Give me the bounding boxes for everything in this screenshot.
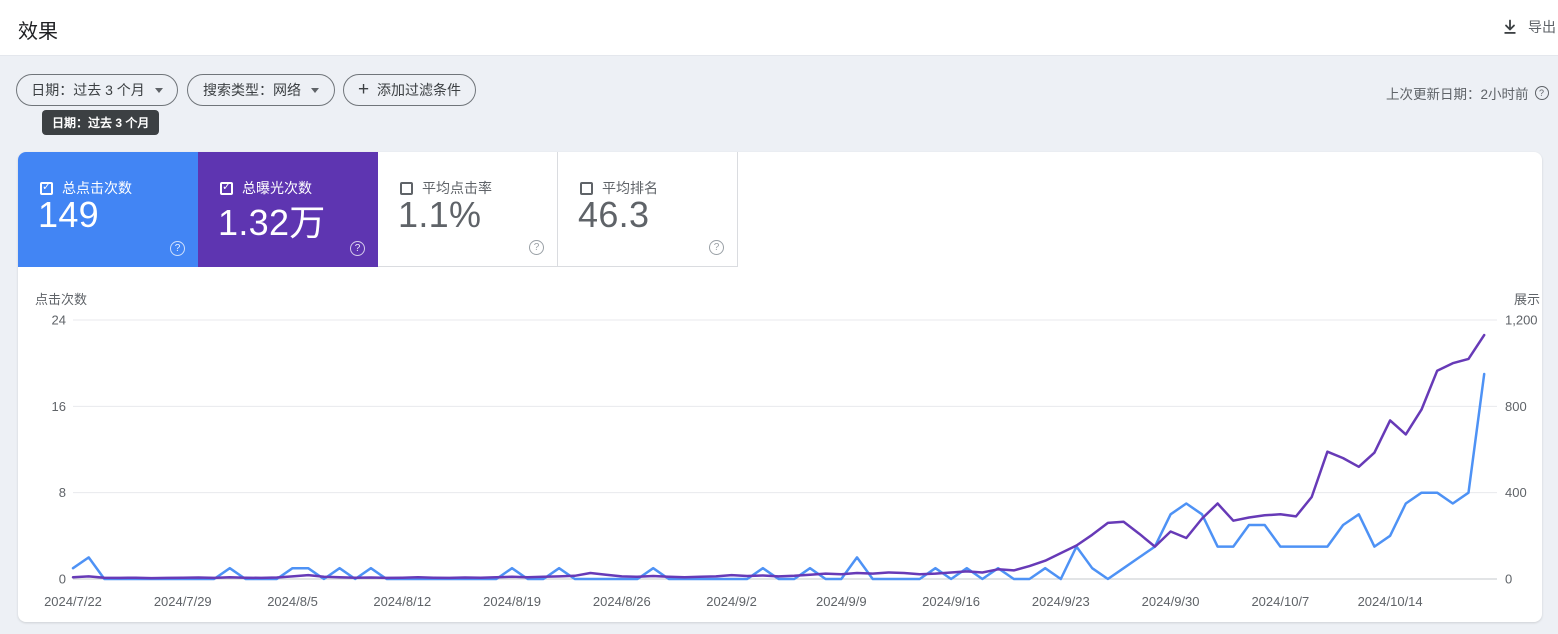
- date-filter-label: 日期：过去 3 个月: [31, 82, 145, 98]
- right-axis-tick-label: 1,200: [1505, 313, 1538, 328]
- chevron-down-icon: [311, 87, 319, 93]
- date-filter-chip[interactable]: 日期：过去 3 个月: [16, 74, 178, 106]
- right-axis-title: 展示: [1514, 292, 1540, 307]
- export-button[interactable]: 导出: [1501, 17, 1556, 37]
- x-axis-tick-label: 2024/8/12: [373, 594, 431, 609]
- checkbox-checked-icon[interactable]: [220, 180, 233, 195]
- x-axis-tick-label: 2024/9/30: [1142, 594, 1200, 609]
- checkbox-unchecked-icon[interactable]: [400, 181, 413, 195]
- help-icon[interactable]: ?: [529, 240, 544, 255]
- metric-value: 1.1%: [398, 194, 482, 235]
- x-axis-tick-label: 2024/7/29: [154, 594, 212, 609]
- search-type-filter-chip[interactable]: 搜索类型：网络: [187, 74, 335, 106]
- x-axis-tick-label: 2024/8/26: [593, 594, 651, 609]
- tooltip-text: 日期：过去 3 个月: [52, 116, 150, 130]
- checkbox-unchecked-icon[interactable]: [580, 181, 593, 195]
- performance-chart-svg: 0 0 8 400 16 800 24 1,200 点击次数 展示 2024/7/22 2024/7/…: [35, 292, 1540, 609]
- x-axis-tick-label: 2024/7/22: [44, 594, 102, 609]
- last-updated-text: 上次更新日期：2小时前: [1386, 87, 1529, 102]
- right-axis-tick-label: 0: [1505, 572, 1512, 587]
- performance-chart: 0 0 8 400 16 800 24 1,200 点击次数 展示 2024/7/22 2024/7/…: [18, 290, 1542, 622]
- left-axis-tick-label: 0: [59, 572, 66, 587]
- x-axis-tick-label: 2024/10/7: [1251, 594, 1309, 609]
- search-type-filter-label: 搜索类型：网络: [203, 82, 301, 98]
- series-line-展示: [71, 333, 1486, 580]
- x-axis-tick-label: 2024/9/9: [816, 594, 867, 609]
- help-icon[interactable]: ?: [709, 240, 724, 255]
- metric-card-total-clicks[interactable]: 总点击次数 149 ?: [18, 152, 198, 267]
- metric-card-average-position[interactable]: 平均排名 46.3 ?: [558, 152, 738, 267]
- x-axis-tick-label: 2024/9/16: [922, 594, 980, 609]
- right-axis-tick-label: 800: [1505, 399, 1527, 414]
- metric-value: 1.32万: [218, 202, 326, 243]
- x-axis-tick-label: 2024/8/19: [483, 594, 541, 609]
- performance-panel: 总点击次数 149 ? 总曝光次数 1.32万 ? 平均点击率 1.1% ? 平…: [18, 152, 1542, 622]
- right-axis-tick-label: 400: [1505, 485, 1527, 500]
- export-label: 导出: [1528, 19, 1556, 35]
- metric-card-total-impressions[interactable]: 总曝光次数 1.32万 ?: [198, 152, 378, 267]
- last-updated: 上次更新日期：2小时前 ?: [1386, 83, 1549, 103]
- help-icon[interactable]: ?: [1534, 86, 1549, 100]
- x-axis-tick-label: 2024/9/2: [706, 594, 757, 609]
- x-axis-tick-label: 2024/10/14: [1358, 594, 1423, 609]
- left-axis-tick-label: 16: [52, 399, 66, 414]
- x-axis-tick-label: 2024/8/5: [267, 594, 318, 609]
- left-axis-title: 点击次数: [35, 292, 87, 307]
- date-filter-tooltip: 日期：过去 3 个月: [42, 110, 160, 135]
- metric-card-average-ctr[interactable]: 平均点击率 1.1% ?: [378, 152, 558, 267]
- series-line-点击次数: [71, 372, 1486, 581]
- header-bar: 效果 导出: [0, 0, 1558, 56]
- left-axis-tick-label: 8: [59, 485, 66, 500]
- x-axis-tick-label: 2024/9/23: [1032, 594, 1090, 609]
- add-filter-label: 添加过滤条件: [377, 82, 462, 98]
- download-icon: [1501, 18, 1519, 36]
- left-axis-tick-label: 24: [52, 313, 66, 328]
- add-filter-chip[interactable]: + 添加过滤条件: [343, 74, 476, 106]
- chevron-down-icon: [154, 87, 163, 93]
- checkbox-checked-icon[interactable]: [40, 180, 53, 195]
- plus-icon: +: [357, 78, 370, 100]
- metric-value: 149: [38, 194, 99, 235]
- help-icon[interactable]: ?: [170, 241, 185, 256]
- help-icon[interactable]: ?: [350, 241, 365, 256]
- metric-value: 46.3: [578, 194, 650, 235]
- page-title: 效果: [18, 21, 58, 43]
